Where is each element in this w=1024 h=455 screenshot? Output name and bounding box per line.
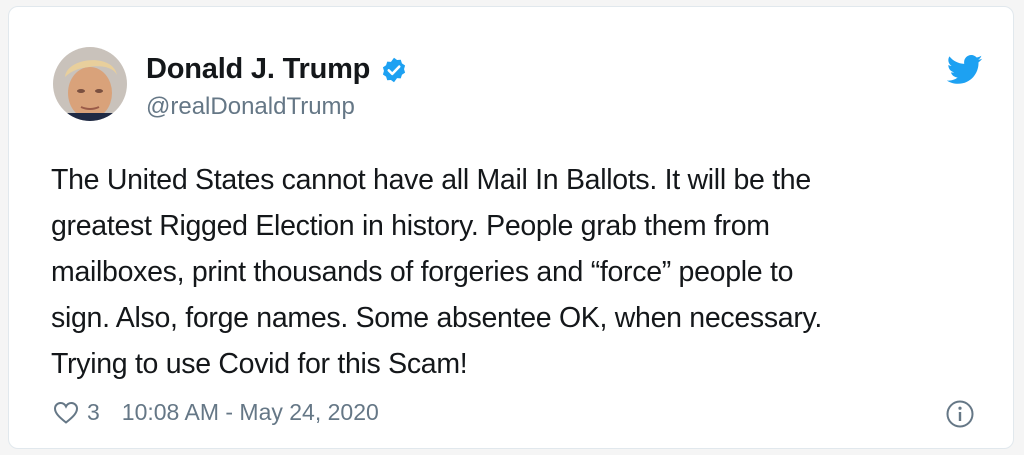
tweet-card: Donald J. Trump @realDonaldTrump The Uni… [8, 6, 1014, 449]
twitter-bird-icon[interactable] [947, 55, 983, 85]
heart-icon[interactable] [53, 401, 79, 425]
tweet-timestamp[interactable]: 10:08 AM - May 24, 2020 [122, 399, 379, 426]
tweet-text: The United States cannot have all Mail I… [51, 164, 822, 380]
avatar[interactable] [53, 47, 127, 121]
verified-badge-icon [383, 57, 406, 82]
display-name[interactable]: Donald J. Trump [146, 53, 408, 86]
user-handle[interactable]: @realDonaldTrump [146, 93, 355, 121]
info-icon[interactable] [945, 399, 975, 429]
tweet-footer: 3 10:08 AM - May 24, 2020 [53, 399, 379, 426]
like-count[interactable]: 3 [87, 399, 100, 426]
display-name-text[interactable]: Donald J. Trump [146, 53, 370, 86]
